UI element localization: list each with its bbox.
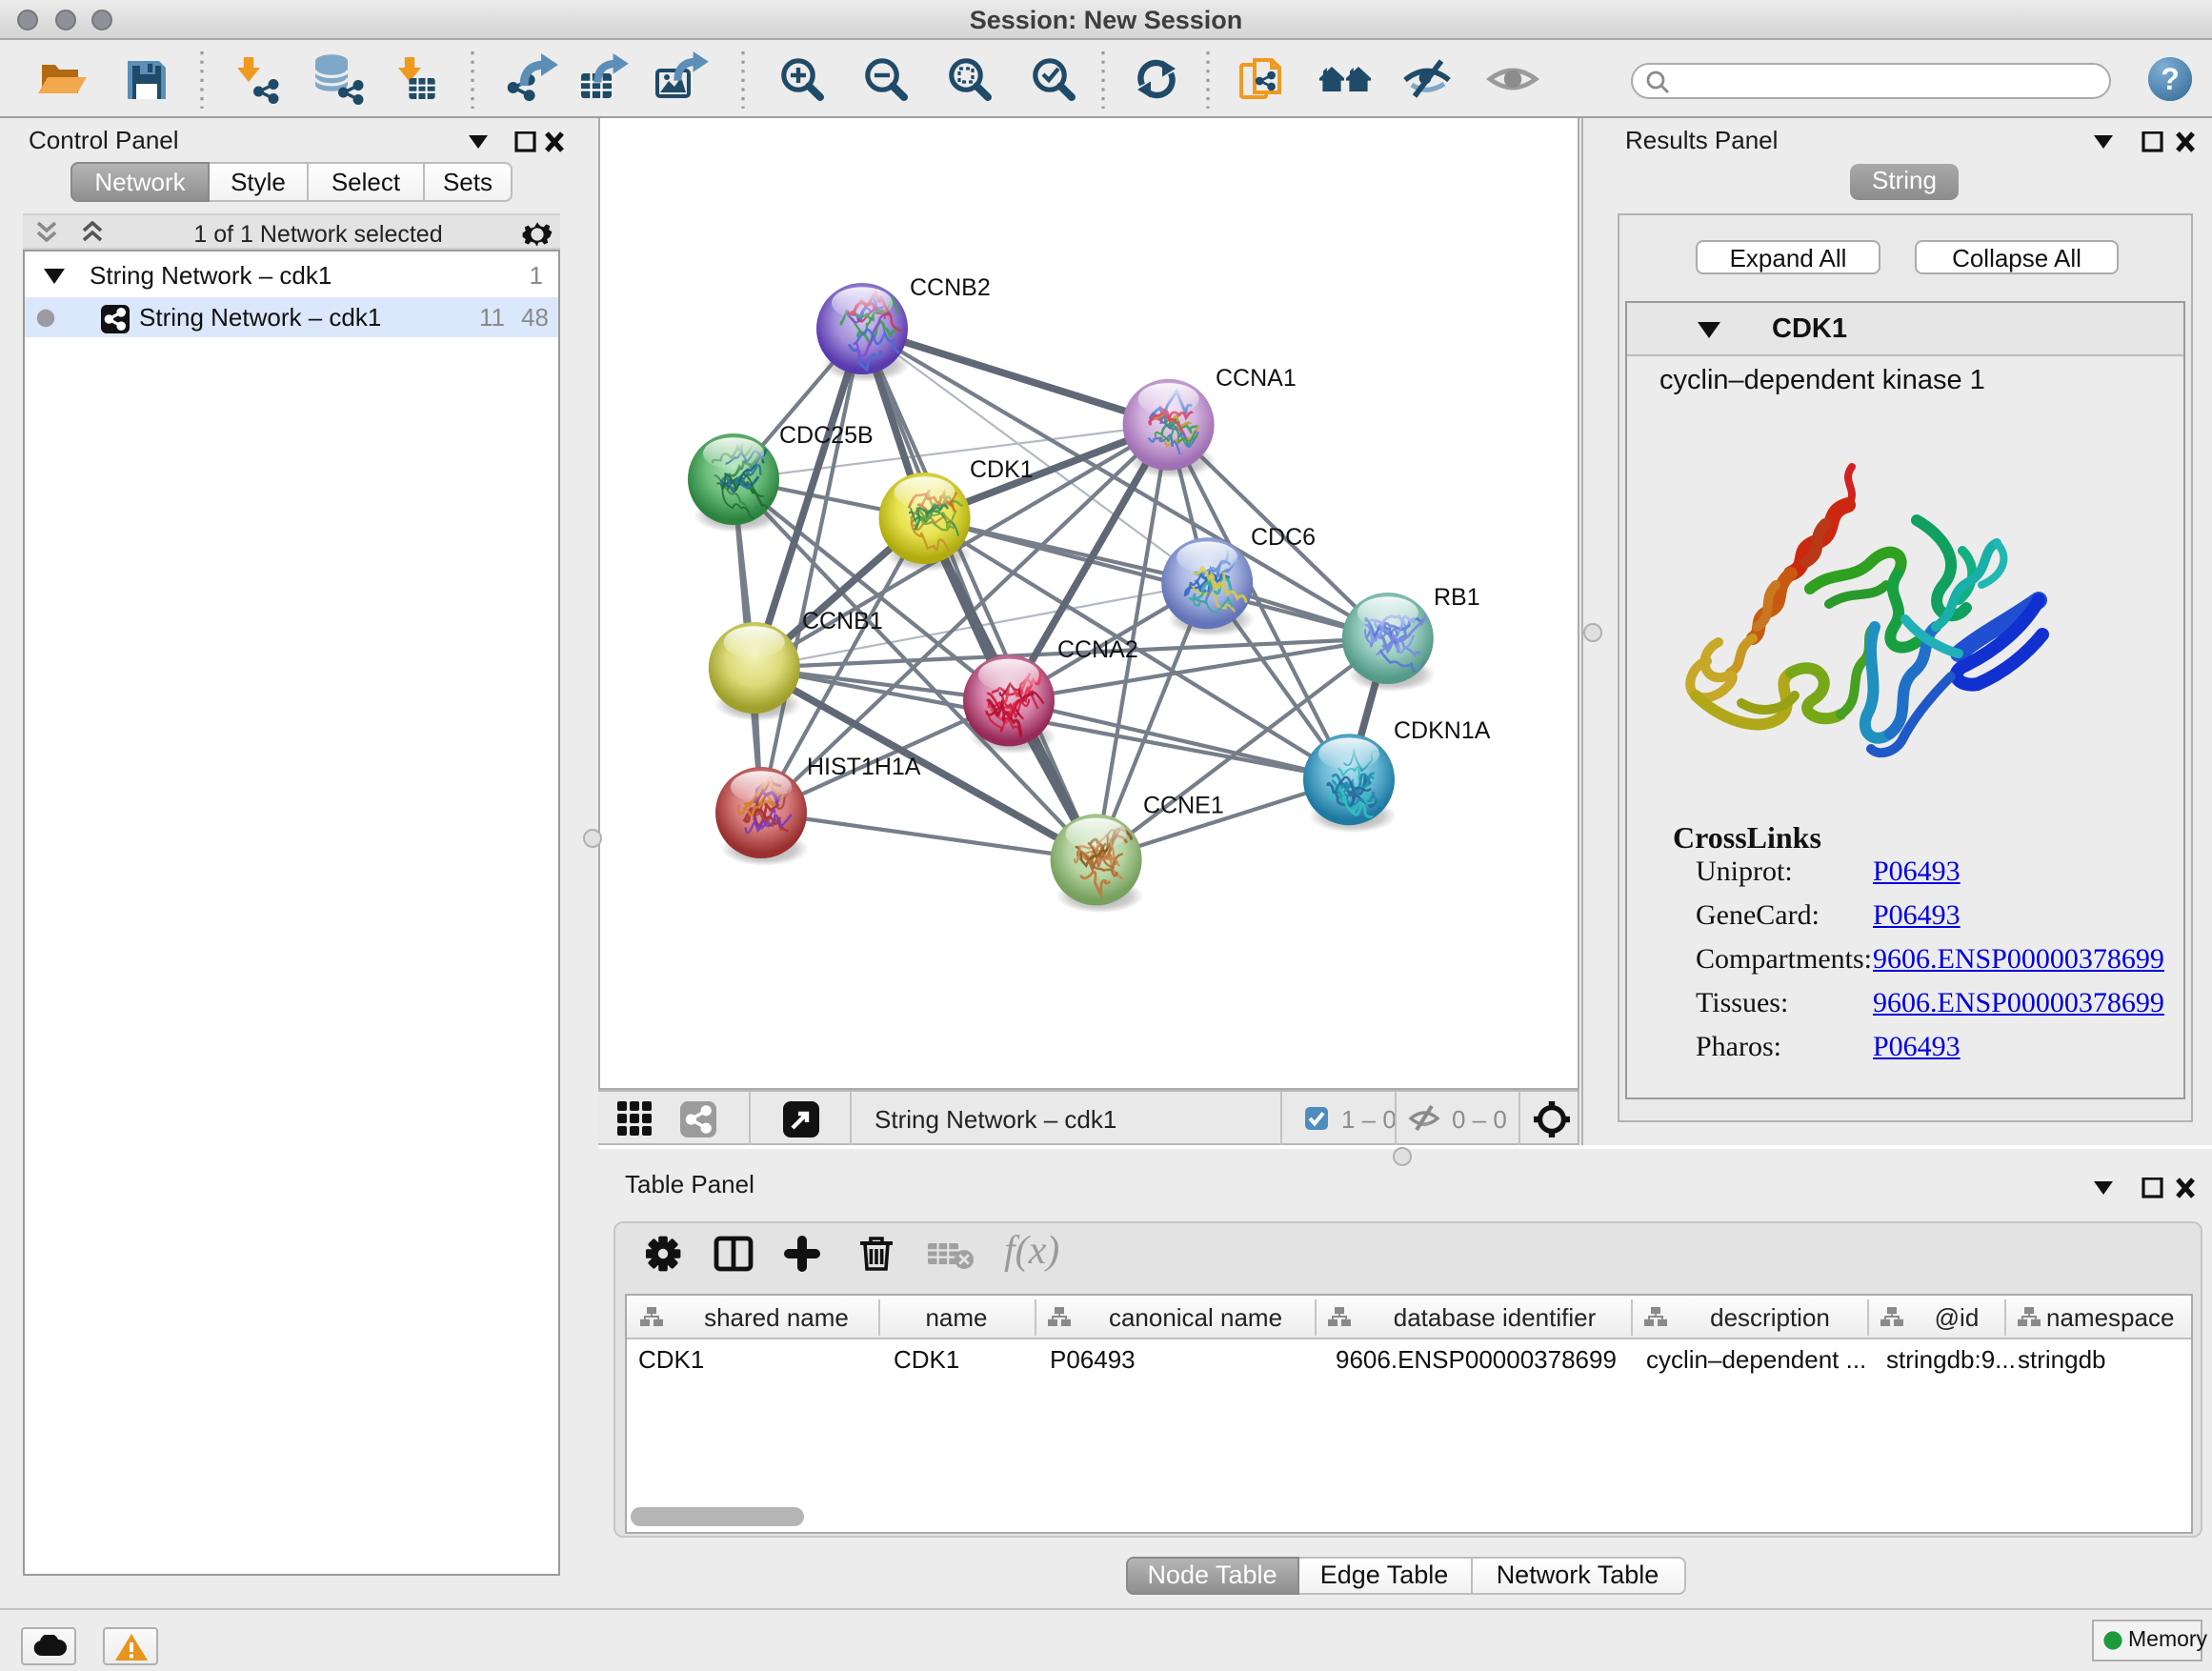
svg-text:CDKN1A: CDKN1A [1394,717,1491,744]
svg-text:HIST1H1A: HIST1H1A [807,754,921,780]
svg-text:CCNA2: CCNA2 [1057,636,1138,663]
svg-text:CCNB2: CCNB2 [910,274,991,301]
svg-text:CDK1: CDK1 [970,456,1034,483]
svg-text:CDC25B: CDC25B [779,422,874,449]
svg-text:CCNA1: CCNA1 [1216,365,1297,392]
svg-text:RB1: RB1 [1434,584,1480,611]
svg-text:CCNB1: CCNB1 [802,608,883,634]
svg-text:CCNE1: CCNE1 [1143,793,1224,819]
svg-text:CDC6: CDC6 [1251,524,1316,551]
svg-text:?: ? [2161,62,2180,96]
